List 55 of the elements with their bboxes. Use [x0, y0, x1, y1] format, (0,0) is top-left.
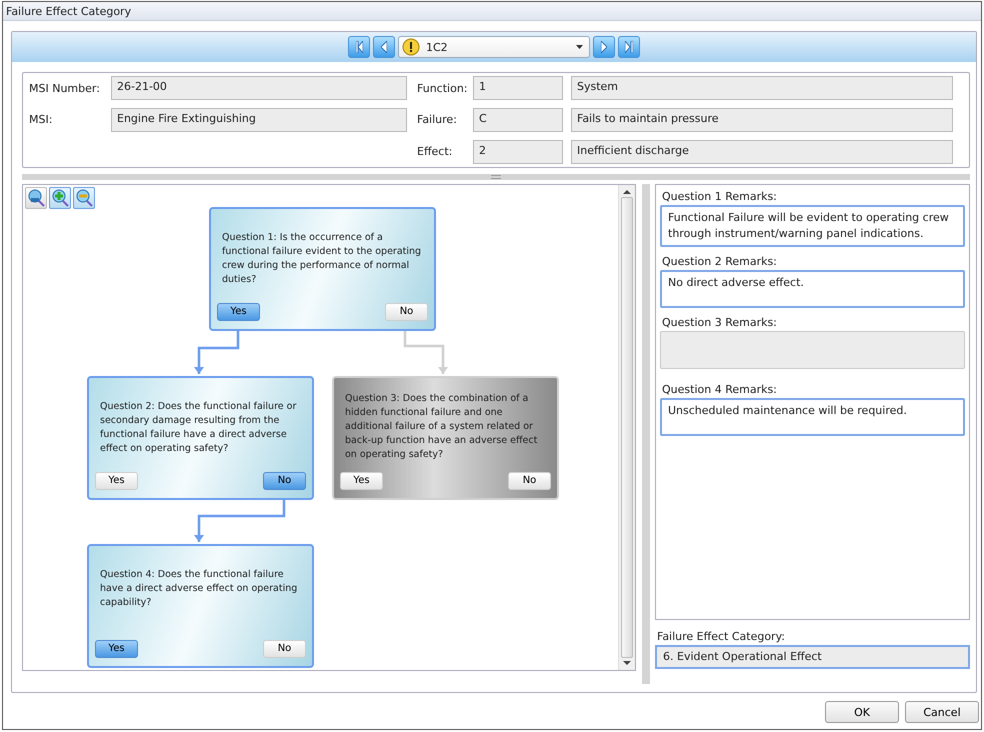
code-field: 1: [473, 76, 563, 100]
zoom-out-button[interactable]: [73, 187, 95, 209]
yes-button[interactable]: Yes: [340, 472, 383, 490]
yes-button[interactable]: Yes: [95, 640, 138, 658]
field-label: Failure:: [416, 113, 458, 126]
remarks-field[interactable]: Functional Failure will be evident to operating crew through instrument/warning panel indications.: [660, 205, 965, 247]
remarks-field[interactable]: No direct adverse effect.: [660, 270, 965, 308]
fit-diagram-button[interactable]: [25, 187, 47, 209]
zoom-in-button[interactable]: [49, 187, 71, 209]
remarks-label: Question 1 Remarks:: [662, 190, 778, 203]
record-dropdown[interactable]: 1C2: [398, 36, 590, 58]
skip-forward-icon: [625, 41, 633, 53]
cancel-button[interactable]: Cancel: [905, 701, 979, 723]
remarks-field[interactable]: Unscheduled maintenance will be required.: [660, 398, 965, 436]
warning-icon: [402, 38, 420, 56]
field-label: MSI Number:: [28, 82, 101, 95]
next-record-button[interactable]: [593, 36, 615, 58]
remarks-label: Question 3 Remarks:: [662, 316, 778, 329]
category-label: Failure Effect Category:: [657, 630, 785, 643]
no-button[interactable]: No: [263, 640, 306, 658]
ok-button[interactable]: OK: [825, 701, 899, 723]
previous-record-button[interactable]: [373, 36, 395, 58]
scroll-down-icon[interactable]: [623, 660, 631, 666]
skip-back-icon: [356, 41, 362, 53]
window-title: Failure Effect Category: [6, 4, 132, 18]
msi-field: Engine Fire Extinguishing: [111, 108, 407, 132]
code-field: 2: [473, 140, 563, 164]
no-button[interactable]: No: [508, 472, 551, 490]
dropdown-caret-icon: [576, 45, 583, 49]
question-text: Question 4: Does the functional failure have a direct adverse effect on operating capability?: [100, 568, 298, 610]
category-field: 6. Evident Operational Effect: [655, 645, 970, 669]
remarks-label: Question 2 Remarks:: [662, 255, 778, 268]
code-field: C: [473, 108, 563, 132]
description-field: System: [571, 76, 953, 100]
msi-number-field: 26-21-00: [111, 76, 407, 100]
last-record-button[interactable]: [618, 36, 640, 58]
yes-button[interactable]: Yes: [95, 472, 138, 490]
right-triangle-icon: [601, 41, 607, 53]
description-field: Fails to maintain pressure: [571, 108, 953, 132]
field-label: Function:: [416, 82, 468, 95]
question-text: Question 2: Does the functional failure or secondary damage resulting from the functional failure have a direct adverse effect on operating safety?: [100, 400, 298, 456]
no-button[interactable]: No: [263, 472, 306, 490]
scroll-up-icon[interactable]: [623, 189, 631, 195]
description-field: Inefficient discharge: [571, 140, 953, 164]
connector-arrow: [404, 331, 448, 374]
field-label: Effect:: [416, 145, 454, 158]
yes-button[interactable]: Yes: [217, 303, 260, 321]
vertical-scrollbar[interactable]: [618, 185, 635, 670]
question-text: Question 1: Is the occurrence of a functional failure evident to the operating crew during the performance of normal duties?: [222, 231, 422, 287]
remarks-label: Question 4 Remarks:: [662, 383, 778, 396]
left-triangle-icon: [381, 41, 387, 53]
no-button[interactable]: No: [385, 303, 428, 321]
splitter-grip-icon[interactable]: [491, 175, 501, 179]
field-label: MSI:: [28, 113, 54, 126]
first-record-button[interactable]: [348, 36, 370, 58]
